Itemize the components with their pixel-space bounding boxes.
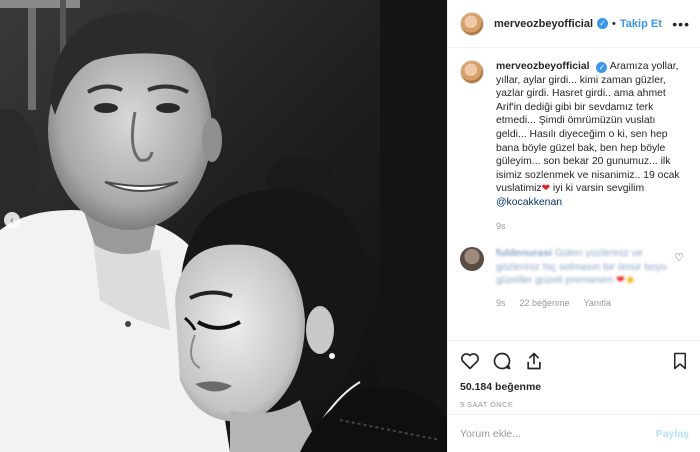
comment-body: fuldenurasi Gülen yüzleriniz ve gözlerin… — [496, 247, 676, 288]
follow-button[interactable]: Takip Et — [620, 18, 662, 30]
smile-emoji-icon: ☻ — [624, 275, 636, 287]
post-photo[interactable]: ‹ — [0, 0, 447, 452]
post-header: merveozbeyofficial ✓ • Takip Et ••• — [448, 0, 700, 48]
comment-reply-button[interactable]: Yanıtla — [584, 298, 611, 308]
carousel-prev-button[interactable]: ‹ — [4, 212, 20, 228]
photo-illustration — [0, 0, 447, 452]
caption-timestamp[interactable]: 9s — [496, 220, 688, 234]
caption-mention-link[interactable]: @kocakkenan — [496, 197, 562, 208]
share-icon[interactable] — [524, 351, 544, 371]
verified-badge-icon: ✓ — [597, 18, 609, 29]
comment-input[interactable] — [460, 427, 656, 440]
caption: merveozbeyofficial ✓ Aramıza yollar, yıl… — [460, 60, 688, 233]
post-actions: 50.184 beğenme 9 SAAT ÖNCE — [448, 340, 700, 409]
more-options-icon[interactable]: ••• — [672, 16, 690, 32]
comment-icon[interactable] — [492, 351, 512, 371]
heart-icon[interactable] — [460, 351, 480, 371]
caption-avatar[interactable] — [460, 60, 484, 84]
heart-emoji-icon: ❤ — [616, 275, 625, 287]
bookmark-icon[interactable] — [671, 351, 689, 371]
comment-like-heart-icon[interactable]: ♡ — [674, 251, 684, 264]
post-time-ago[interactable]: 9 SAAT ÖNCE — [460, 400, 689, 409]
caption-body: merveozbeyofficial ✓ Aramıza yollar, yıl… — [496, 60, 688, 233]
author-username[interactable]: merveozbeyofficial — [494, 18, 593, 30]
comment-likes[interactable]: 22 beğenme — [520, 298, 570, 308]
header-separator: • — [612, 17, 616, 30]
post-comment-button[interactable]: Paylaş — [656, 428, 689, 440]
action-icons — [460, 349, 689, 373]
caption-text-end: iyi ki varsin sevgilim — [550, 183, 645, 195]
verified-badge-icon: ✓ — [596, 62, 608, 74]
add-comment-bar: Paylaş — [448, 414, 700, 452]
comment-item: fuldenurasi Gülen yüzleriniz ve gözlerin… — [460, 247, 688, 288]
comments-list[interactable]: merveozbeyofficial ✓ Aramıza yollar, yıl… — [448, 48, 700, 338]
author-avatar[interactable] — [460, 11, 484, 36]
post-side-panel: merveozbeyofficial ✓ • Takip Et ••• merv… — [447, 0, 700, 452]
likes-count[interactable]: 50.184 beğenme — [460, 381, 689, 393]
comment-meta: 9s 22 beğenme Yanıtla — [496, 298, 688, 308]
caption-username[interactable]: merveozbeyofficial — [496, 61, 590, 72]
red-heart-emoji-icon: ❤ — [541, 183, 551, 195]
caption-text: Aramıza yollar, yıllar, aylar girdi... k… — [496, 61, 680, 195]
commenter-avatar[interactable] — [460, 247, 484, 272]
comment-timestamp[interactable]: 9s — [496, 298, 506, 308]
commenter-username[interactable]: fuldenurasi — [496, 248, 552, 259]
